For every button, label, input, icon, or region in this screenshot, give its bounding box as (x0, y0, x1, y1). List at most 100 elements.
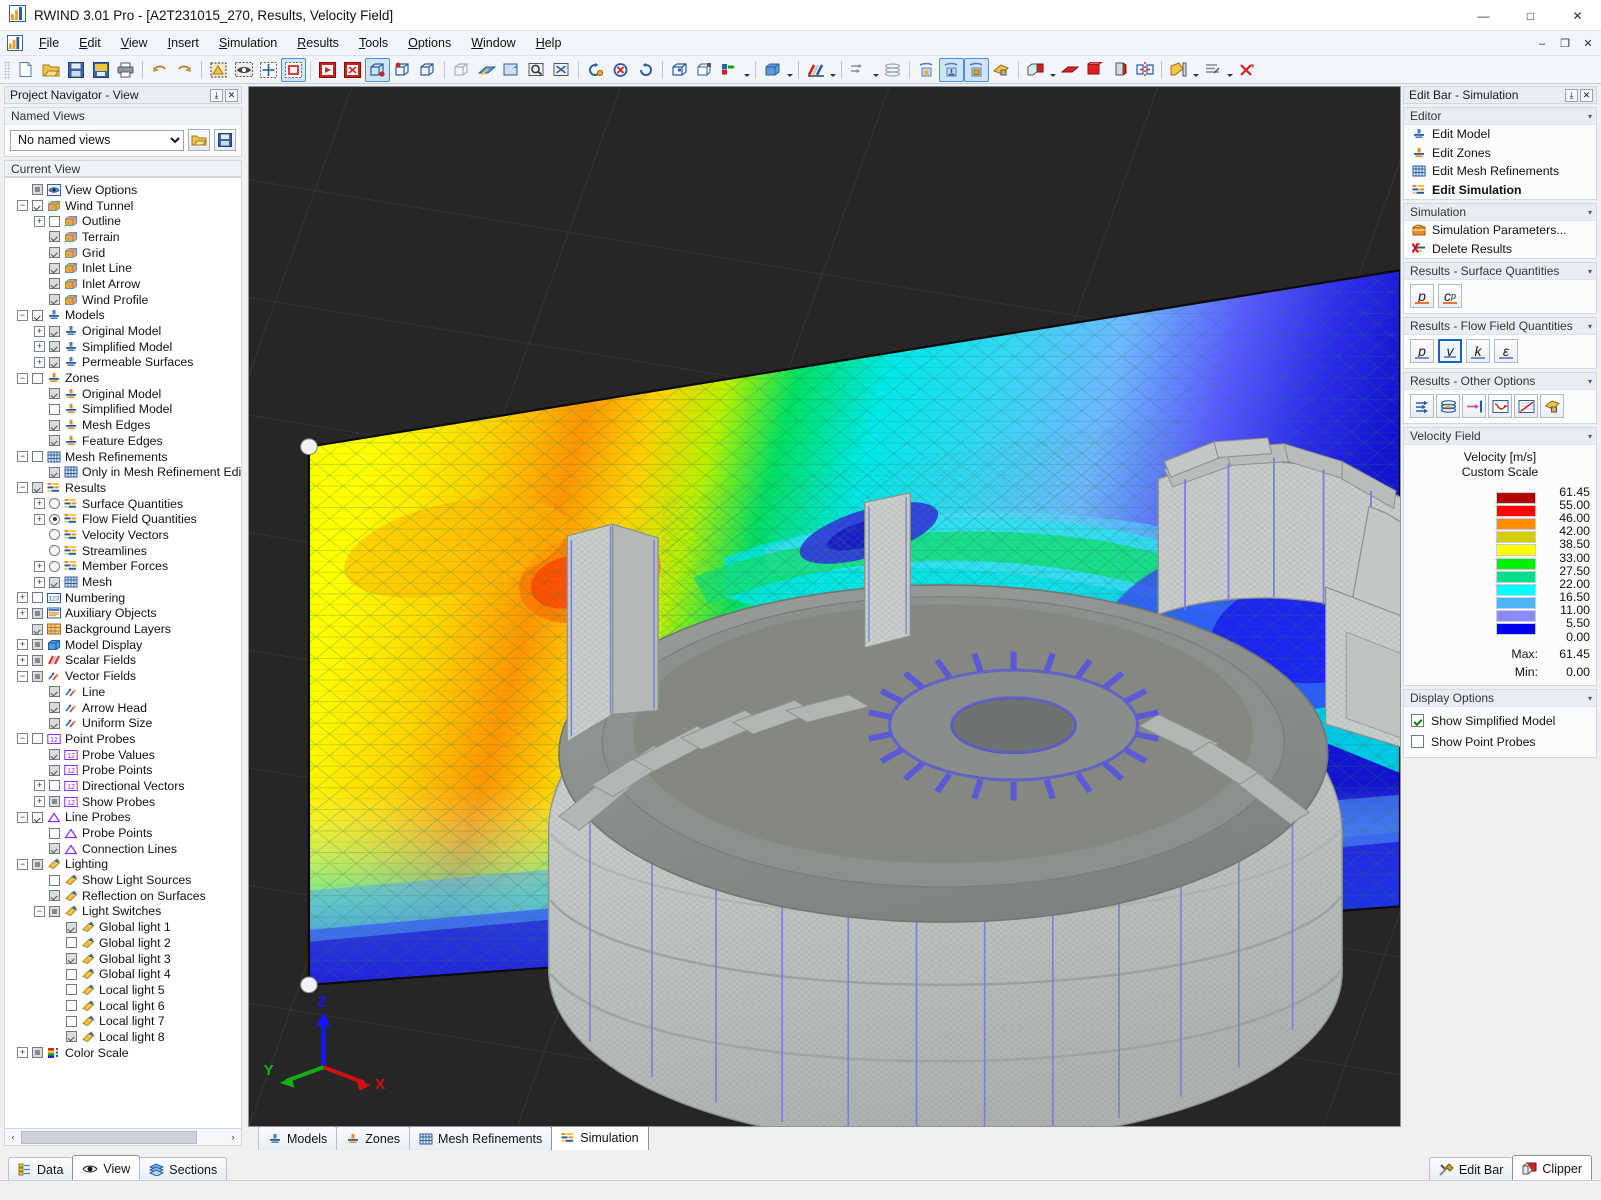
streamline-icon[interactable] (846, 58, 871, 82)
tree-item-wind-profile[interactable]: Wind Profile (11, 292, 241, 308)
tree-checkbox[interactable] (49, 702, 60, 714)
tree-item-models[interactable]: − Models (11, 308, 241, 324)
tree-radio[interactable] (49, 513, 60, 525)
tree-item-original-model[interactable]: + Original Model (11, 323, 241, 339)
tree-item-terrain[interactable]: Terrain (11, 229, 241, 245)
tree-checkbox[interactable] (32, 482, 43, 494)
redo-icon[interactable] (172, 58, 197, 82)
tree-checkbox[interactable] (49, 749, 60, 761)
tree-item-simplified-model[interactable]: + Simplified Model (11, 339, 241, 355)
color-pick-icon[interactable] (717, 58, 742, 82)
tree-item-outline[interactable]: + Outline (11, 213, 241, 229)
open-file-icon[interactable] (38, 58, 63, 82)
mirror-icon[interactable] (1132, 58, 1157, 82)
tree-item-mesh-refinements[interactable]: − Mesh Refinements (11, 449, 241, 465)
expand-icon[interactable]: + (34, 356, 45, 368)
quantity-button-k[interactable]: k (1466, 339, 1490, 363)
probe-line-icon[interactable] (939, 57, 964, 82)
quantity-button-[interactable]: ε (1494, 339, 1518, 363)
collapse-icon[interactable]: − (17, 451, 28, 463)
tree-checkbox[interactable] (49, 843, 60, 855)
tree-item-probe-points[interactable]: Probe Points (11, 825, 241, 841)
tree-item-wind-tunnel[interactable]: − Wind Tunnel (11, 198, 241, 214)
tree-checkbox[interactable] (49, 247, 60, 259)
tree-item-global-light-4[interactable]: Global light 4 (11, 966, 241, 982)
tree-radio[interactable] (49, 560, 60, 572)
expand-icon[interactable]: + (34, 341, 45, 353)
section-plane-button[interactable] (1462, 394, 1486, 418)
tree-checkbox[interactable] (49, 231, 60, 243)
probe-point-icon[interactable] (914, 58, 939, 82)
editbar-item-edit-zones[interactable]: Edit Zones (1404, 144, 1596, 163)
tree-checkbox[interactable] (49, 576, 60, 588)
collapse-icon[interactable]: − (34, 905, 45, 917)
display-option-checkbox[interactable] (1411, 735, 1424, 749)
tree-checkbox[interactable] (49, 874, 60, 886)
tree-checkbox[interactable] (32, 623, 43, 635)
clip-plane-side-icon[interactable] (1107, 58, 1132, 82)
tree-item-reflection-on-surfaces[interactable]: Reflection on Surfaces (11, 888, 241, 904)
tree-item-line[interactable]: Line (11, 684, 241, 700)
editbar-item-delete-results[interactable]: Delete Results (1404, 240, 1596, 259)
tree-item-model-display[interactable]: + Model Display (11, 637, 241, 653)
toolbar-dropdown-arrow-icon[interactable] (785, 58, 794, 82)
clear-selection-icon[interactable] (340, 58, 365, 82)
expand-icon[interactable]: + (17, 607, 28, 619)
tree-item-inlet-line[interactable]: Inlet Line (11, 260, 241, 276)
scroll-left-arrow[interactable]: ‹ (5, 1130, 21, 1145)
expand-icon[interactable]: + (34, 498, 45, 510)
view-iso-icon[interactable] (365, 57, 390, 82)
toolbar-dropdown-arrow-icon[interactable] (828, 58, 837, 82)
tree-checkbox[interactable] (32, 200, 43, 212)
tree-checkbox[interactable] (66, 984, 77, 996)
tree-item-inlet-arrow[interactable]: Inlet Arrow (11, 276, 241, 292)
collapse-icon[interactable]: − (17, 309, 28, 321)
editbar-item-edit-mesh-refinements[interactable]: Edit Mesh Refinements (1404, 162, 1596, 181)
clipper-box-icon[interactable] (1023, 58, 1048, 82)
tree-item-auxiliary-objects[interactable]: + Auxiliary Objects (11, 606, 241, 622)
clip-plane-solid-icon[interactable] (1082, 58, 1107, 82)
tree-item-only-in-mesh-refinement-edito[interactable]: Only in Mesh Refinement Edito (11, 464, 241, 480)
tree-checkbox[interactable] (32, 451, 43, 463)
tree-checkbox[interactable] (49, 466, 60, 478)
tree-checkbox[interactable] (49, 215, 60, 227)
collapse-icon[interactable]: − (17, 858, 28, 870)
tree-radio[interactable] (49, 498, 60, 510)
editbar-item-simulation-parameters[interactable]: Simulation Parameters... (1404, 221, 1596, 240)
tree-radio[interactable] (49, 545, 60, 557)
menu-item-tools[interactable]: Tools (349, 33, 398, 54)
mdi-close-button[interactable]: ✕ (1581, 37, 1595, 50)
solid-box-icon[interactable] (760, 58, 785, 82)
other-options-header[interactable]: Results - Other Options ▾ (1404, 373, 1596, 390)
tree-checkbox[interactable] (49, 827, 60, 839)
quantity-button-p[interactable]: p (1410, 284, 1434, 308)
tree-checkbox[interactable] (32, 1047, 43, 1059)
tree-item-uniform-size[interactable]: Uniform Size (11, 715, 241, 731)
tree-item-global-light-3[interactable]: Global light 3 (11, 951, 241, 967)
section-tool-icon[interactable] (1166, 58, 1191, 82)
tree-checkbox[interactable] (49, 262, 60, 274)
navigator-pin-button[interactable]: ⤓ (210, 88, 223, 102)
menu-item-options[interactable]: Options (398, 33, 461, 54)
toolbar-grip[interactable] (4, 60, 11, 79)
expand-icon[interactable]: + (34, 560, 45, 572)
toolbar-dropdown-arrow-icon[interactable] (1191, 58, 1200, 82)
tree-item-feature-edges[interactable]: Feature Edges (11, 433, 241, 449)
tree-item-global-light-2[interactable]: Global light 2 (11, 935, 241, 951)
collapse-icon[interactable]: − (17, 372, 28, 384)
tree-checkbox[interactable] (32, 858, 43, 870)
tree-item-connection-lines[interactable]: Connection Lines (11, 841, 241, 857)
tree-checkbox[interactable] (66, 1000, 77, 1012)
menu-item-file[interactable]: File (29, 33, 69, 54)
maximize-button[interactable]: □ (1507, 0, 1554, 31)
pick-object-icon[interactable] (315, 58, 340, 82)
menu-item-edit[interactable]: Edit (69, 33, 111, 54)
collapse-icon[interactable]: − (17, 200, 28, 212)
zoom-fit-icon[interactable] (549, 58, 574, 82)
close-button[interactable]: ✕ (1554, 0, 1601, 31)
tree-item-light-switches[interactable]: − Light Switches (11, 904, 241, 920)
tab-zones[interactable]: Zones (336, 1126, 411, 1150)
tree-checkbox[interactable] (32, 670, 43, 682)
tree-item-point-probes[interactable]: − 12 Point Probes (11, 731, 241, 747)
view-front-icon[interactable] (390, 58, 415, 82)
